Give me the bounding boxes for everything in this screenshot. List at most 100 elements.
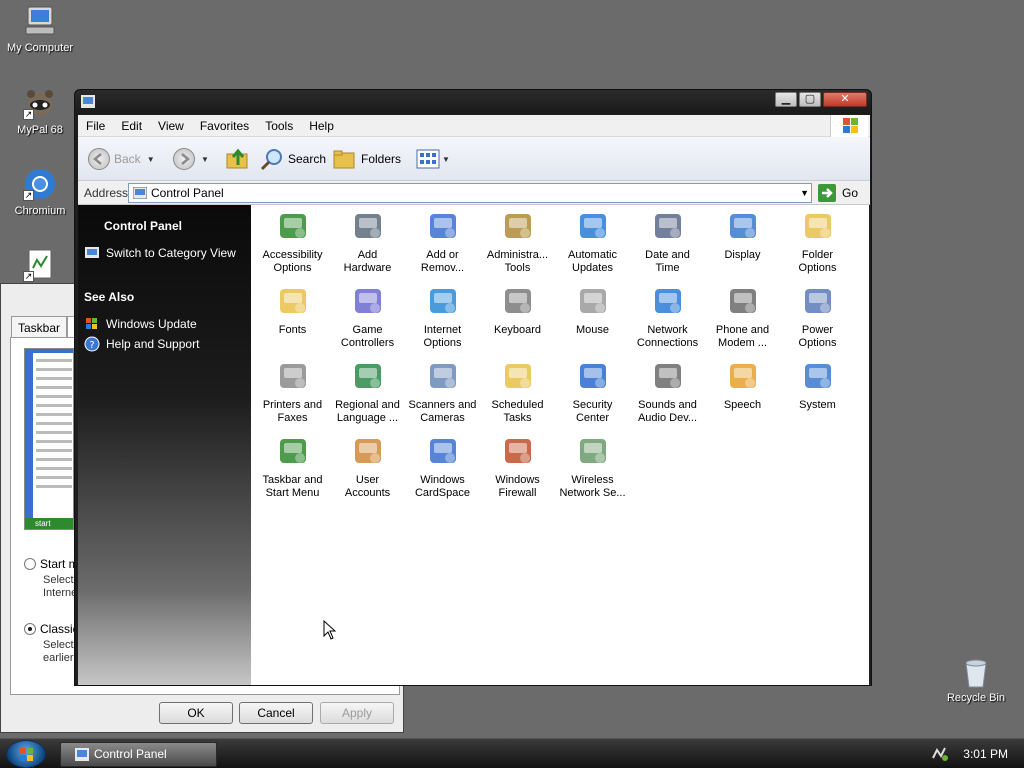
search-icon bbox=[260, 149, 282, 171]
cp-item[interactable]: Fonts bbox=[255, 284, 330, 337]
window-titlebar[interactable]: ▁ ▢ ✕ bbox=[75, 90, 871, 114]
add-hardware-icon bbox=[351, 209, 385, 243]
up-folder-button[interactable] bbox=[226, 145, 250, 173]
cp-item-label: Printers and Faxes bbox=[262, 399, 323, 424]
cp-item[interactable]: Phone and Modem ... bbox=[705, 284, 780, 350]
menu-edit[interactable]: Edit bbox=[113, 119, 150, 133]
internet-options-icon bbox=[426, 284, 460, 318]
cp-item[interactable]: Power Options bbox=[780, 284, 855, 350]
desktop-icon-label: MyPal 68 bbox=[17, 124, 63, 136]
cp-item[interactable]: Administra... Tools bbox=[480, 209, 555, 275]
cp-item[interactable]: Automatic Updates bbox=[555, 209, 630, 275]
radio-indicator[interactable] bbox=[24, 558, 36, 570]
cp-item[interactable]: Keyboard bbox=[480, 284, 555, 337]
apply-button[interactable]: Apply bbox=[320, 702, 394, 724]
game-controllers-icon bbox=[351, 284, 385, 318]
cp-item[interactable]: System bbox=[780, 359, 855, 412]
cp-item[interactable]: Add or Remov... bbox=[405, 209, 480, 275]
cp-item[interactable]: Regional and Language ... bbox=[330, 359, 405, 425]
cp-item[interactable]: Taskbar and Start Menu bbox=[255, 434, 330, 500]
windows-update-link[interactable]: Windows Update bbox=[84, 316, 197, 332]
chevron-down-icon[interactable]: ▼ bbox=[442, 155, 450, 164]
address-bar: Address Control Panel ▼ Go bbox=[78, 181, 870, 205]
cp-item-label: Game Controllers bbox=[340, 324, 395, 349]
cp-item-label: Wireless Network Se... bbox=[559, 474, 626, 499]
chevron-down-icon[interactable]: ▼ bbox=[147, 155, 155, 164]
menu-bar: File Edit View Favorites Tools Help bbox=[78, 115, 870, 137]
windows-firewall-icon bbox=[501, 434, 535, 468]
cp-item[interactable]: Accessibility Options bbox=[255, 209, 330, 275]
folders-button[interactable]: Folders bbox=[333, 145, 401, 173]
cp-item[interactable]: Scheduled Tasks bbox=[480, 359, 555, 425]
back-button[interactable]: Back ▼ bbox=[88, 145, 155, 173]
cp-item[interactable]: Sounds and Audio Dev... bbox=[630, 359, 705, 425]
menu-tools[interactable]: Tools bbox=[257, 119, 301, 133]
search-button[interactable]: Search bbox=[260, 145, 326, 173]
menu-file[interactable]: File bbox=[78, 119, 113, 133]
cp-item[interactable]: Wireless Network Se... bbox=[555, 434, 630, 500]
radio-indicator[interactable] bbox=[24, 623, 36, 635]
accessibility-icon bbox=[276, 209, 310, 243]
address-dropdown-icon[interactable]: ▼ bbox=[800, 184, 809, 202]
cp-item-label: User Accounts bbox=[344, 474, 391, 499]
svg-text:?: ? bbox=[89, 340, 94, 351]
application-icon: ↗ bbox=[23, 248, 57, 282]
help-icon: ? bbox=[84, 336, 100, 352]
address-input[interactable]: Control Panel ▼ bbox=[128, 183, 812, 203]
cp-item[interactable]: Internet Options bbox=[405, 284, 480, 350]
go-button[interactable]: Go bbox=[818, 183, 858, 203]
menu-help[interactable]: Help bbox=[301, 119, 342, 133]
taskbar-button-control-panel[interactable]: Control Panel bbox=[60, 742, 217, 767]
control-panel-icon bbox=[75, 748, 89, 761]
cp-item[interactable]: Printers and Faxes bbox=[255, 359, 330, 425]
system-tray: 3:01 PM bbox=[931, 739, 1024, 768]
cp-item-label: Automatic Updates bbox=[568, 249, 617, 274]
cp-item[interactable]: Folder Options bbox=[780, 209, 855, 275]
desktop-icon-app[interactable]: ↗ bbox=[0, 248, 80, 286]
radio-start-menu[interactable]: Start m bbox=[24, 557, 79, 571]
cp-item[interactable]: Windows Firewall bbox=[480, 434, 555, 500]
close-button[interactable]: ✕ bbox=[823, 92, 867, 107]
preview-start-label: start bbox=[25, 518, 73, 529]
cp-item[interactable]: Scanners and Cameras bbox=[405, 359, 480, 425]
my-computer-icon bbox=[23, 4, 57, 38]
ok-button[interactable]: OK bbox=[159, 702, 233, 724]
desktop-icon-mypal[interactable]: ↗ MyPal 68 bbox=[0, 86, 80, 136]
maximize-button[interactable]: ▢ bbox=[799, 92, 821, 107]
cp-item[interactable]: Network Connections bbox=[630, 284, 705, 350]
cp-item[interactable]: User Accounts bbox=[330, 434, 405, 500]
administrative-tools-icon bbox=[501, 209, 535, 243]
menu-view[interactable]: View bbox=[150, 119, 192, 133]
desktop-icon-my-computer[interactable]: My Computer bbox=[0, 4, 80, 54]
switch-to-category-view-link[interactable]: Switch to Category View bbox=[84, 245, 236, 261]
automatic-updates-icon bbox=[576, 209, 610, 243]
start-button[interactable] bbox=[6, 740, 46, 768]
network-tray-icon[interactable] bbox=[931, 746, 949, 762]
cp-item-label: Taskbar and Start Menu bbox=[262, 474, 323, 499]
cp-item[interactable]: Mouse bbox=[555, 284, 630, 337]
cp-item[interactable]: Windows CardSpace bbox=[405, 434, 480, 500]
minimize-button[interactable]: ▁ bbox=[775, 92, 797, 107]
cancel-button[interactable]: Cancel bbox=[239, 702, 313, 724]
cp-item[interactable]: Display bbox=[705, 209, 780, 262]
scheduled-tasks-icon bbox=[501, 359, 535, 393]
radio-classic-start-menu[interactable]: Classic bbox=[24, 622, 79, 636]
cp-item[interactable]: Game Controllers bbox=[330, 284, 405, 350]
menu-favorites[interactable]: Favorites bbox=[192, 119, 257, 133]
cp-item-label: Windows Firewall bbox=[495, 474, 540, 499]
desktop-icon-label: My Computer bbox=[6, 42, 74, 54]
cp-item[interactable]: Speech bbox=[705, 359, 780, 412]
help-and-support-link[interactable]: ? Help and Support bbox=[84, 336, 199, 352]
sounds-audio-icon bbox=[651, 359, 685, 393]
desktop-icon-recycle-bin[interactable]: Recycle Bin bbox=[940, 657, 1012, 704]
cp-item[interactable]: Date and Time bbox=[630, 209, 705, 275]
chevron-down-icon[interactable]: ▼ bbox=[201, 155, 209, 164]
desktop-icon-chromium[interactable]: ↗ Chromium bbox=[0, 167, 80, 217]
clock[interactable]: 3:01 PM bbox=[963, 747, 1008, 761]
forward-button[interactable]: ▼ bbox=[173, 145, 209, 173]
cp-item[interactable]: Security Center bbox=[555, 359, 630, 425]
tab-taskbar[interactable]: Taskbar bbox=[11, 316, 68, 339]
cp-item[interactable]: Add Hardware bbox=[330, 209, 405, 275]
views-button[interactable]: ▼ bbox=[416, 145, 450, 173]
user-accounts-icon bbox=[351, 434, 385, 468]
